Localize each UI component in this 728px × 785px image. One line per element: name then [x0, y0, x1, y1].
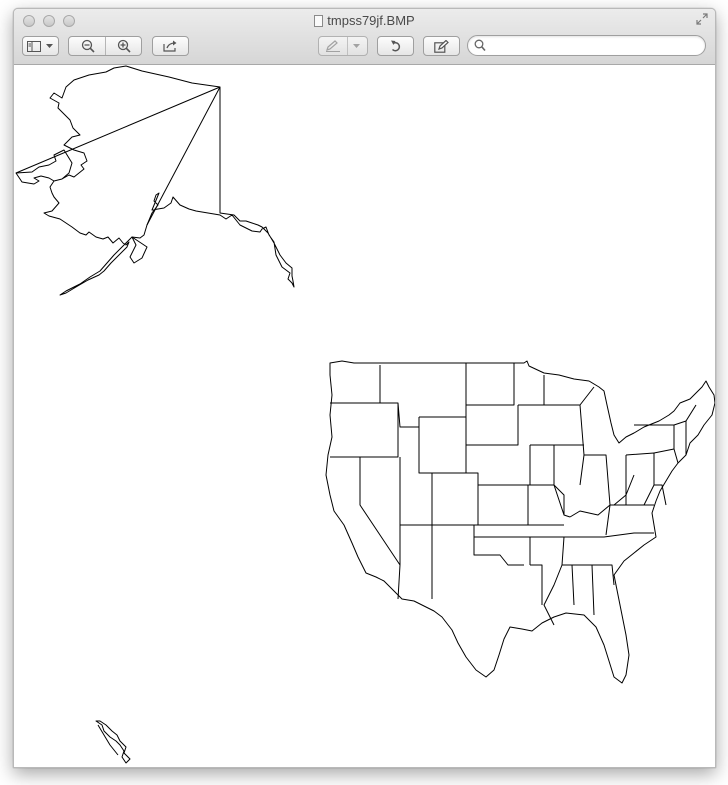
zoom-out-button[interactable]	[69, 37, 106, 55]
contiguous-us-outline	[325, 360, 715, 684]
preview-window: tmpss79jf.BMP	[13, 8, 716, 768]
sidebar-toggle-button[interactable]	[22, 36, 59, 56]
search-field[interactable]	[467, 35, 706, 56]
rotate-button[interactable]	[377, 36, 414, 56]
chevron-down-icon	[46, 44, 53, 48]
markup-pen-button[interactable]	[318, 36, 368, 56]
sidebar-icon	[27, 40, 41, 52]
search-input[interactable]	[488, 37, 702, 56]
hawaii-outline	[95, 720, 131, 764]
document-icon	[314, 15, 324, 27]
state-borders	[330, 363, 697, 626]
chevron-down-icon	[353, 44, 360, 48]
titlebar: tmpss79jf.BMP	[14, 9, 715, 65]
search-icon	[474, 39, 486, 52]
zoom-in-icon	[117, 39, 131, 53]
us-map-image	[15, 65, 715, 764]
zoom-in-button[interactable]	[106, 37, 142, 55]
share-icon	[163, 40, 177, 52]
zoom-out-icon	[81, 39, 95, 53]
document-canvas[interactable]	[14, 65, 715, 767]
fullscreen-icon[interactable]	[695, 13, 709, 27]
share-button[interactable]	[152, 36, 189, 56]
zoom-segmented-control	[68, 36, 142, 56]
window-title: tmpss79jf.BMP	[14, 13, 715, 28]
window-title-text: tmpss79jf.BMP	[327, 13, 415, 28]
segment-divider	[347, 37, 348, 55]
pen-icon	[326, 40, 340, 52]
rotate-icon	[390, 40, 400, 52]
annotate-button[interactable]	[423, 36, 460, 56]
alaska-outline	[15, 65, 295, 296]
edit-box-icon	[434, 39, 449, 53]
